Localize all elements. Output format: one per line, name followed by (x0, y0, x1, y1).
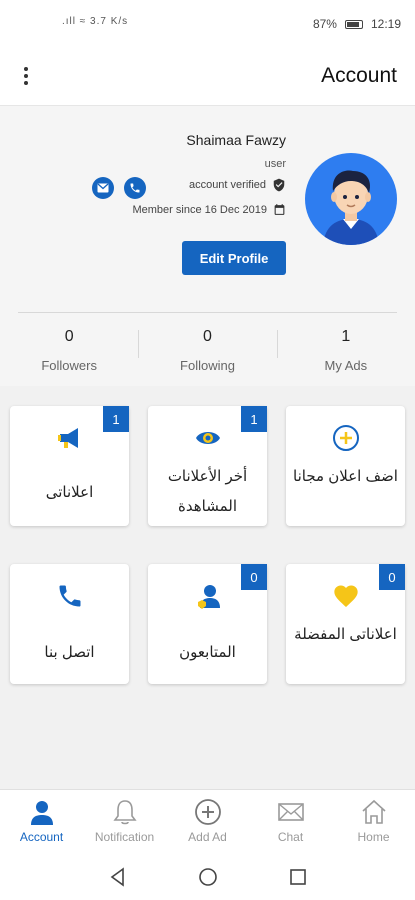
mail-icon (277, 803, 304, 821)
recents-icon[interactable] (288, 867, 308, 887)
heart-icon (286, 582, 405, 612)
phone-icon (10, 582, 129, 612)
card-my-ads[interactable]: 1 اعلاناتى (10, 406, 129, 526)
divider (18, 312, 397, 313)
more-vert-icon[interactable] (18, 64, 34, 88)
system-navigation (0, 853, 415, 900)
status-bar: .ıll ≈ 3.7 K/s 87% 12:19 (0, 0, 415, 50)
add-circle-icon (194, 799, 221, 825)
bell-icon (112, 800, 137, 825)
home-icon (361, 799, 386, 824)
card-label: اعلاناتى المفضلة (294, 626, 397, 643)
shield-icon (273, 178, 285, 192)
nav-account[interactable]: Account (0, 790, 83, 853)
page-title: Account (321, 64, 397, 87)
status-right: 87% 12:19 (313, 17, 401, 31)
nav-label: Account (19, 830, 64, 844)
verified-row: account verified (189, 178, 286, 192)
profile-name: Shaimaa Fawzy (186, 132, 286, 148)
clock-time: 12:19 (370, 17, 401, 31)
card-label: أخر الأعلانات المشاهدة (167, 468, 248, 515)
profile-section: Shaimaa Fawzy user account verified Memb… (0, 106, 415, 386)
stat-value: 0 (203, 328, 212, 345)
profile-role: user (264, 158, 286, 170)
nav-label: Chat (277, 830, 304, 844)
home-circle-icon[interactable] (198, 867, 218, 887)
menu-grid: 1 اعلاناتى 1 أخر الأعلانات المشاهدة اضف … (0, 386, 415, 789)
megaphone-icon (10, 424, 129, 454)
stat-following[interactable]: 0 Following (138, 324, 276, 376)
eye-icon (148, 424, 267, 454)
followers-icon (148, 582, 267, 612)
calendar-icon (274, 204, 285, 215)
nav-label: Home (357, 830, 390, 844)
stat-value: 0 (64, 328, 74, 345)
contact-buttons (92, 177, 146, 199)
member-since-label: Member since 16 Dec 2019 (132, 203, 267, 216)
add-circle-icon (286, 424, 405, 454)
card-label: اضف اعلان مجانا (293, 468, 398, 485)
nav-label: Add Ad (188, 830, 227, 844)
verified-label: account verified (188, 179, 266, 191)
card-label: اتصل بنا (44, 644, 95, 661)
phone-icon (130, 183, 140, 193)
mail-icon (97, 183, 109, 193)
nav-notification[interactable]: Notification (83, 790, 166, 853)
stat-label: My Ads (324, 358, 368, 373)
back-icon[interactable] (108, 866, 128, 887)
bottom-navigation: Account Notification Add Ad Chat Home (0, 789, 415, 853)
app-bar: Account (0, 50, 415, 106)
card-label: المتابعون (179, 644, 236, 661)
stat-label: Followers (41, 358, 97, 373)
card-favorite-ads[interactable]: 0 اعلاناتى المفضلة (286, 564, 405, 684)
network-indicators: .ıll ≈ 3.7 K/s (62, 16, 129, 27)
card-add-free-ad[interactable]: اضف اعلان مجانا (286, 406, 405, 526)
user-avatar-icon[interactable] (305, 153, 397, 245)
card-recently-viewed[interactable]: 1 أخر الأعلانات المشاهدة (148, 406, 267, 526)
battery-icon (344, 19, 363, 29)
card-followers[interactable]: 0 المتابعون (148, 564, 267, 684)
stat-followers[interactable]: 0 Followers (0, 324, 138, 376)
card-label: اعلاناتى (45, 484, 94, 501)
nav-label: Notification (94, 830, 155, 844)
stats-row: 0 Followers 0 Following 1 My Ads (0, 324, 415, 376)
card-contact-us[interactable]: اتصل بنا (10, 564, 129, 684)
stat-value: 1 (341, 328, 351, 345)
nav-add-ad[interactable]: Add Ad (166, 790, 249, 853)
nav-home[interactable]: Home (332, 790, 415, 853)
member-since-row: Member since 16 Dec 2019 (132, 203, 286, 216)
call-button[interactable] (124, 177, 146, 199)
stat-label: Following (180, 358, 235, 373)
person-icon (30, 801, 53, 825)
email-button[interactable] (92, 177, 114, 199)
stat-my-ads[interactable]: 1 My Ads (276, 324, 415, 376)
edit-profile-button[interactable]: Edit Profile (182, 241, 286, 275)
nav-chat[interactable]: Chat (249, 790, 332, 853)
battery-percent: 87% (312, 17, 337, 31)
